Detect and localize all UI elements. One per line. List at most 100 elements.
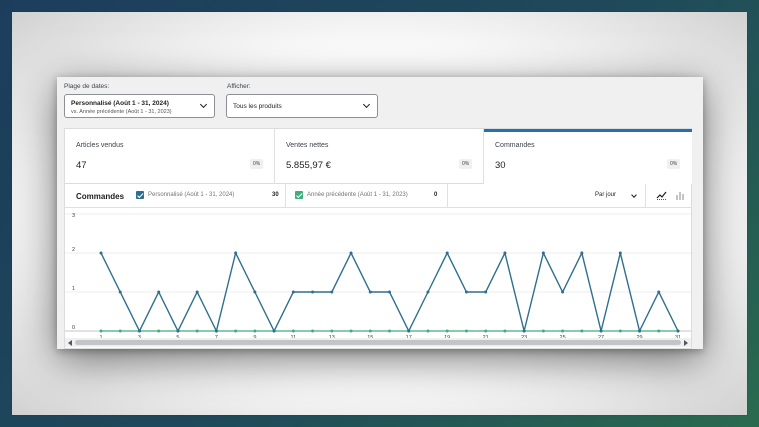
data-point-previous [657,329,661,333]
summary-card-net-sales[interactable]: Ventes nettes 5.855,97 € 0% [275,129,484,185]
data-point-current [330,290,334,294]
data-point-current [234,251,238,255]
data-point-current [176,329,180,333]
data-point-current [580,251,584,255]
card-name: Ventes nettes [286,142,329,149]
analytics-panel: Plage de dates: Personnalisé (Août 1 - 3… [57,77,703,349]
data-point-current [599,329,603,333]
data-point-previous [541,329,545,333]
chevron-down-icon [362,100,371,109]
line-chart-icon[interactable] [653,187,669,203]
data-point-current [311,290,315,294]
data-point-current [368,290,372,294]
data-point-previous [388,329,391,333]
data-point-previous [464,329,468,333]
legend-previous-value: 0 [434,192,438,198]
card-name: Articles vendus [76,142,124,149]
scroll-thumb[interactable] [75,340,681,345]
data-point-current [618,251,622,255]
card-value: 30 [495,160,506,171]
legend-previous-label: Année précédente (Août 1 - 31, 2023) [307,192,408,198]
data-point-previous [311,329,315,333]
scroll-right-icon[interactable] [684,340,688,346]
show-value: Tous les produits [233,103,282,110]
date-range-select[interactable]: Personnalisé (Août 1 - 31, 2024) vs. Ann… [64,94,215,118]
data-point-current [484,290,488,294]
legend-previous-checkbox[interactable] [295,191,303,199]
date-range-label: Plage de dates: [64,83,110,90]
card-value: 47 [76,160,87,171]
data-point-current [118,290,122,294]
data-point-current [426,290,430,294]
divider [285,184,286,208]
y-tick-label: 2 [72,247,75,253]
data-point-previous [503,329,507,333]
data-point-previous [445,329,449,333]
data-point-previous [195,329,199,333]
date-range-secondary: vs. Année précédente (Août 1 - 31, 2023) [71,109,172,115]
data-point-previous [330,329,334,333]
summary-cards: Articles vendus 47 0% Ventes nettes 5.85… [64,128,692,185]
chart-scrollbar[interactable] [65,338,691,347]
divider [447,184,448,208]
chevron-down-icon [199,100,208,109]
chart-box: Commandes Personnalisé (Août 1 - 31, 202… [64,184,692,349]
data-point-previous [291,329,295,333]
chart-title: Commandes [76,192,125,201]
card-value: 5.855,97 € [286,160,331,171]
summary-card-orders[interactable]: Commandes 30 0% [484,129,692,185]
card-name: Commandes [495,142,535,149]
data-point-current [291,290,295,294]
data-point-current [638,329,642,333]
data-point-previous [157,329,161,333]
y-tick-label: 1 [72,286,75,292]
date-range-primary: Personnalisé (Août 1 - 31, 2024) [71,100,169,107]
data-point-current [272,329,276,333]
data-point-current [195,290,199,294]
data-point-previous [618,329,622,333]
data-point-current [657,290,661,294]
y-tick-label: 3 [72,213,75,219]
data-point-current [522,329,526,333]
chevron-down-icon [631,192,637,198]
data-point-current [388,290,391,294]
data-point-previous [368,329,372,333]
data-point-current [445,251,449,255]
orders-line-chart: 0123135791113151719212325272931Août 2024 [65,213,691,338]
data-point-previous [426,329,430,333]
legend-current-checkbox[interactable] [136,191,144,199]
y-tick-label: 0 [72,325,75,331]
show-label: Afficher: [227,83,251,90]
delta-badge: 0% [459,159,473,169]
legend-current-label: Personnalisé (Août 1 - 31, 2024) [148,192,235,198]
data-point-current [253,290,257,294]
bar-chart-icon[interactable] [672,187,688,203]
data-point-current [99,251,103,255]
delta-badge: 0% [250,159,264,169]
data-point-previous [118,329,122,333]
divider [645,184,646,208]
data-point-previous [484,329,488,333]
data-point-current [214,329,218,333]
data-point-previous [99,329,103,333]
data-point-current [503,251,507,255]
show-select[interactable]: Tous les produits [226,94,378,118]
summary-card-articles[interactable]: Articles vendus 47 0% [65,129,275,185]
data-point-current [349,251,353,255]
data-point-current [464,290,468,294]
interval-select[interactable]: Par jour [595,192,616,198]
data-point-current [561,290,565,294]
data-point-previous [561,329,565,333]
data-point-previous [580,329,584,333]
data-point-current [676,329,680,333]
scroll-left-icon[interactable] [68,340,72,346]
data-point-current [541,251,545,255]
legend-current-value: 30 [272,192,279,198]
chart-header: Commandes Personnalisé (Août 1 - 31, 202… [65,184,691,208]
data-point-current [137,329,141,333]
data-point-current [407,329,411,333]
data-point-previous [253,329,257,333]
delta-badge: 0% [667,159,681,169]
data-point-previous [349,329,353,333]
data-point-previous [234,329,238,333]
